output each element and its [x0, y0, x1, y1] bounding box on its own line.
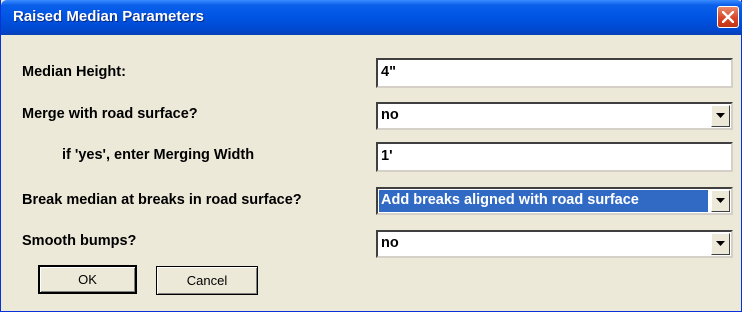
close-button[interactable] [717, 6, 739, 28]
chevron-down-icon [716, 241, 725, 246]
break-median-select[interactable]: Add breaks aligned with road surface [376, 187, 733, 215]
ok-button[interactable]: OK [38, 265, 137, 294]
dialog-body: Median Height: 4" Merge with road surfac… [5, 35, 737, 307]
break-median-label: Break median at breaks in road surface? [22, 192, 302, 208]
merge-dropdown-button[interactable] [711, 105, 730, 127]
smooth-bumps-dropdown-button[interactable] [711, 233, 730, 255]
title-bar[interactable]: Raised Median Parameters [1, 0, 742, 35]
smooth-bumps-label: Smooth bumps? [22, 233, 137, 249]
cancel-button[interactable]: Cancel [156, 266, 258, 295]
chevron-down-icon [716, 113, 725, 118]
dialog-window: Raised Median Parameters Median Height: … [0, 0, 742, 312]
break-median-dropdown-button[interactable] [711, 190, 730, 212]
break-median-select-value: Add breaks aligned with road surface [379, 190, 708, 212]
smooth-bumps-select[interactable]: no [376, 230, 733, 258]
merging-width-label: if 'yes', enter Merging Width [62, 147, 255, 163]
close-icon [722, 11, 734, 23]
merging-width-input[interactable]: 1' [376, 142, 733, 172]
merge-select-value: no [381, 107, 399, 123]
median-height-input[interactable]: 4" [376, 58, 733, 88]
chevron-down-icon [716, 198, 725, 203]
merge-label: Merge with road surface? [22, 106, 198, 122]
merge-select[interactable]: no [376, 102, 733, 130]
smooth-bumps-select-value: no [381, 235, 399, 251]
median-height-label: Median Height: [22, 64, 126, 80]
dialog-title: Raised Median Parameters [13, 8, 204, 25]
